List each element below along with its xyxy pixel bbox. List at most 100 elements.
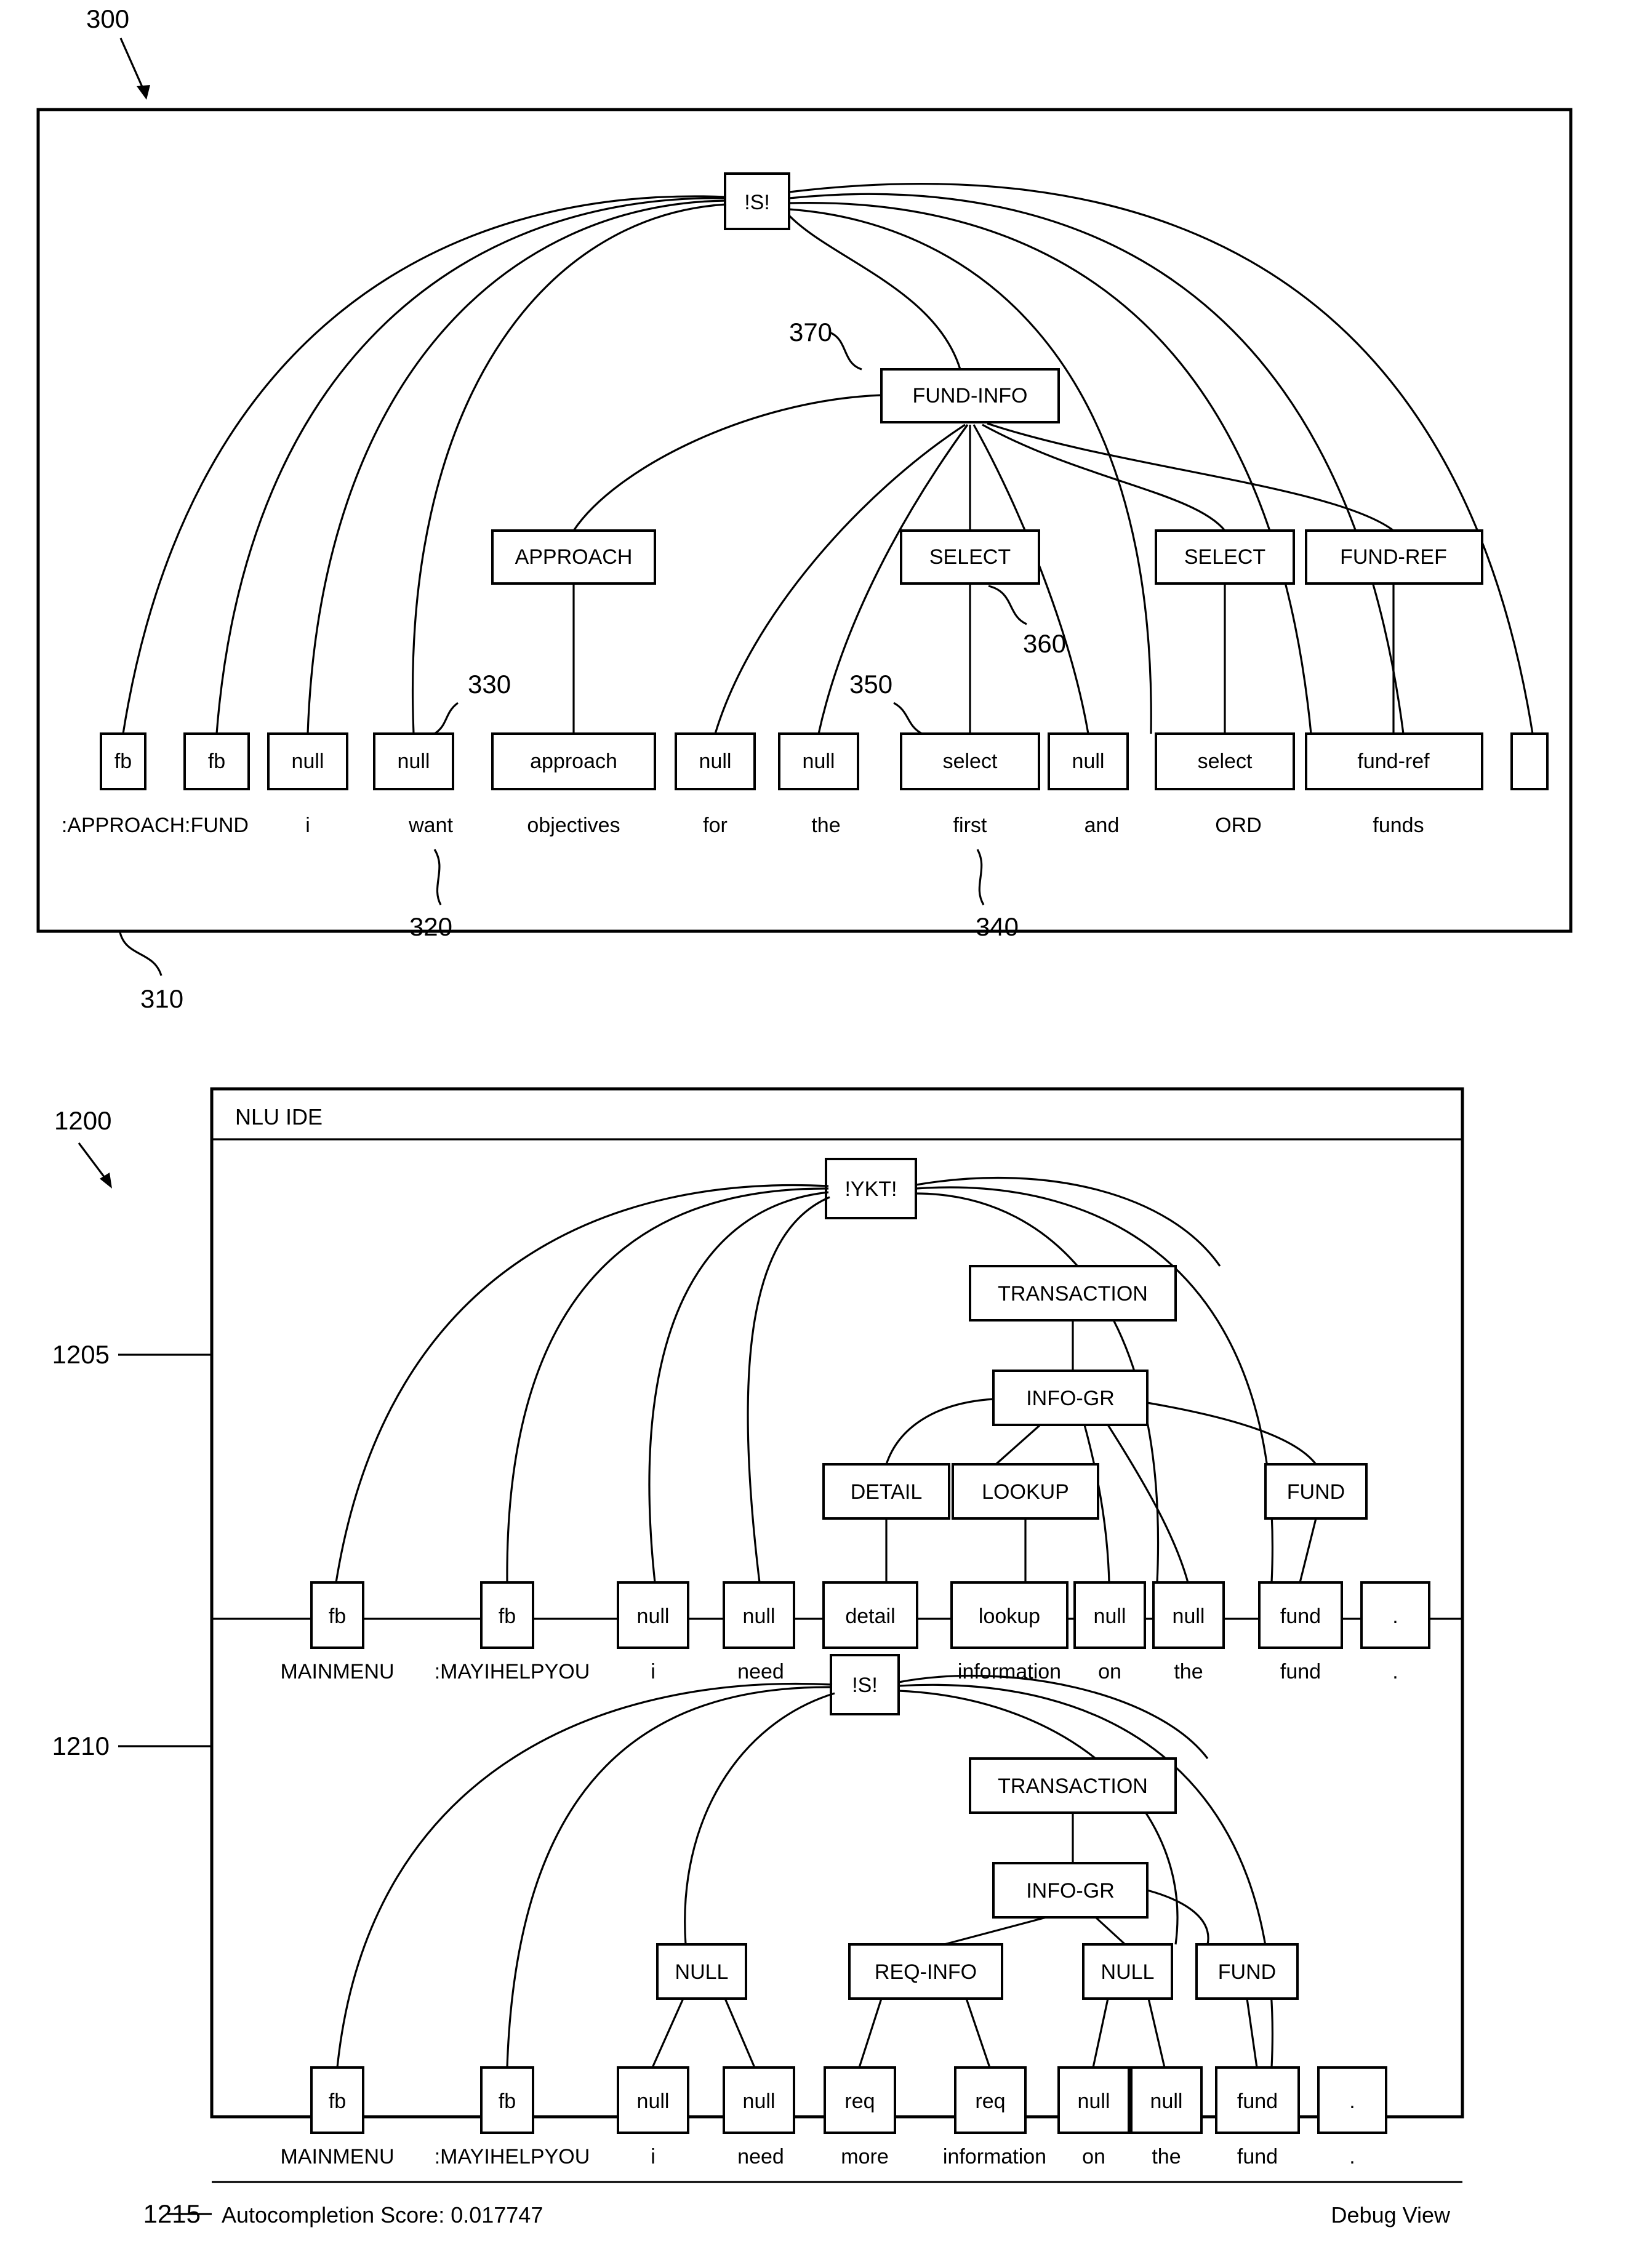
edge-top-fund-leaf (1299, 1518, 1317, 1583)
ref-340: 340 (976, 912, 1019, 941)
edge-bot-root-null1 (684, 1692, 835, 1945)
leaf-tag-5: null (699, 750, 732, 773)
leaf-top-tag-1: fb (499, 1605, 516, 1628)
word-top-9: . (1392, 1660, 1398, 1683)
edge-bot-infogr-reqinfo (944, 1916, 1047, 1946)
node-fund-info-label: FUND-INFO (913, 384, 1028, 407)
leaf-box-11[interactable] (1510, 732, 1549, 790)
edge-top-infogr-detail (885, 1398, 994, 1465)
edge-root-leaf-2 (307, 199, 727, 734)
leaf-top-tag-2: null (637, 1605, 670, 1628)
ref-330: 330 (468, 670, 511, 699)
ref-1205: 1205 (52, 1340, 110, 1369)
leaf-top-tag-4: detail (845, 1605, 895, 1628)
leaf-bot-tag-4: req (844, 2090, 875, 2113)
node-bot-transaction-label: TRANSACTION (998, 1775, 1148, 1798)
node-top-lookup-label: LOOKUP (982, 1480, 1069, 1504)
edge-root-leaf-11 (788, 182, 1534, 734)
leaf-tag-3: null (398, 750, 430, 773)
leaf-tag-0: fb (114, 750, 132, 773)
ref-300-leader (119, 38, 146, 93)
ref-310-leader (119, 932, 162, 976)
node-root-s-label: !S! (744, 191, 770, 214)
edge-top-root-transaction (915, 1176, 1221, 1267)
ref-360: 360 (1023, 629, 1066, 658)
word-top-1: :MAYIHELPYOU (435, 1660, 590, 1683)
leaf-tag-8: null (1072, 750, 1105, 773)
debug-view-label[interactable]: Debug View (1331, 2202, 1451, 2228)
leaf-top-tag-7: null (1173, 1605, 1205, 1628)
nlu-ide-window: 1200 NLU IDE 1205 !YKT! TRANSACTION INFO… (52, 1087, 1464, 2228)
edge-bot-root-leaf1 (506, 1686, 833, 2068)
leaf-top-tag-9: . (1392, 1605, 1398, 1628)
ref-310: 310 (140, 984, 183, 1013)
leaf-tag-4: approach (530, 750, 617, 773)
edge-top-infogr-leaf7 (1107, 1424, 1189, 1583)
word-top-7: the (1174, 1660, 1203, 1683)
edge-top-root-leaf2 (648, 1191, 829, 1583)
node-top-transaction-label: TRANSACTION (998, 1282, 1148, 1305)
edge-bot-reqinfo-leafA (858, 1998, 883, 2068)
edge-fi-approach (572, 394, 882, 531)
leaf-top-tag-3: null (743, 1605, 776, 1628)
edge-top-root-leaf1 (506, 1187, 829, 1583)
word-8: and (1085, 814, 1120, 837)
leaf-top-tag-0: fb (329, 1605, 346, 1628)
autocompletion-score: Autocompletion Score: 0.017747 (222, 2202, 543, 2228)
window-title: NLU IDE (235, 1104, 323, 1129)
leaf-bot-tag-7: null (1150, 2090, 1183, 2113)
edge-bot-root-transaction (898, 1674, 1209, 1759)
leaf-top-tag-6: null (1094, 1605, 1126, 1628)
leaf-tag-1: fb (208, 750, 225, 773)
ref-350-leader (893, 702, 923, 735)
word-2: i (305, 814, 310, 837)
leaf-bot-tag-6: null (1078, 2090, 1110, 2113)
ref-370-leader (829, 331, 862, 371)
ref-340-leader (976, 849, 985, 905)
edge-top-root-leaf0 (335, 1184, 829, 1583)
node-bot-null-2-label: NULL (1101, 1960, 1155, 1984)
node-bot-root-s-label: !S! (852, 1674, 878, 1697)
node-approach-label: APPROACH (515, 545, 633, 569)
word-top-8: fund (1280, 1660, 1321, 1683)
edge-root-leaf-9 (788, 193, 1405, 734)
word-top-0: MAINMENU (280, 1660, 394, 1683)
edge-root-leaf-3 (412, 203, 727, 734)
word-top-3: need (737, 1660, 784, 1683)
node-fund-ref-label: FUND-REF (1340, 545, 1447, 569)
node-bot-null-1-label: NULL (675, 1960, 729, 1984)
leaf-tag-7: select (943, 750, 998, 773)
word-7: first (953, 814, 987, 837)
leaf-tag-10: fund-ref (1357, 750, 1430, 773)
leaf-bot-tag-8: fund (1237, 2090, 1278, 2113)
edge-top-infogr-fund (1147, 1402, 1317, 1465)
edge-bot-null1-leafA (651, 1998, 684, 2068)
word-5: for (703, 814, 728, 837)
ref-1200: 1200 (54, 1106, 111, 1135)
leaf-bot-tag-9: . (1349, 2090, 1355, 2113)
node-top-info-gr-label: INFO-GR (1026, 1387, 1115, 1410)
ref-350: 350 (849, 670, 892, 699)
ref-320: 320 (409, 912, 452, 941)
word-6: the (811, 814, 840, 837)
leaf-bot-tag-2: null (637, 2090, 670, 2113)
leaf-bot-tag-3: null (743, 2090, 776, 2113)
word-bot-8: fund (1237, 2145, 1278, 2168)
word-bot-2: i (651, 2145, 656, 2168)
leaf-bot-tag-1: fb (499, 2090, 516, 2113)
edge-bot-fund-leaf (1246, 1998, 1258, 2068)
ref-300-arrowhead (137, 85, 150, 100)
leaf-tag-9: select (1198, 750, 1253, 773)
ref-330-leader (434, 702, 459, 735)
ref-360-leader (988, 585, 1027, 625)
word-top-2: i (651, 1660, 656, 1683)
word-bot-9: . (1349, 2145, 1355, 2168)
word-bot-1: :MAYIHELPYOU (435, 2145, 590, 2168)
node-top-root-ykt-label: !YKT! (844, 1177, 897, 1201)
edge-bot-null2-leafB (1147, 1998, 1166, 2068)
edge-bot-infogr-null2 (1094, 1916, 1126, 1946)
node-bot-req-info-label: REQ-INFO (875, 1960, 977, 1984)
edge-bot-null2-leafA (1092, 1998, 1109, 2068)
leaf-tag-6: null (803, 750, 835, 773)
node-top-detail-label: DETAIL (851, 1480, 923, 1504)
